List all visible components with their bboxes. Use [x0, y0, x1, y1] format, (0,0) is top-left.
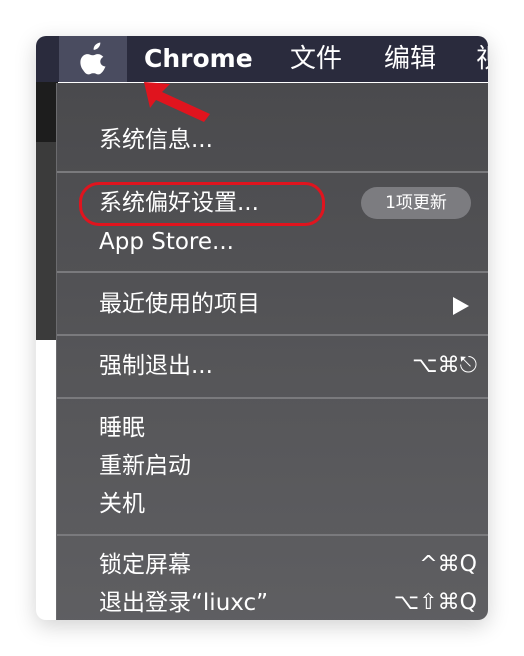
log-out-shortcut: ⌥⇧⌘Q: [393, 590, 477, 615]
menu-item-restart[interactable]: 重新启动: [99, 447, 191, 485]
highlight-annotation: [79, 182, 325, 226]
menu-separator: [57, 271, 488, 273]
menu-bar-view[interactable]: 视: [476, 41, 488, 77]
menu-item-sleep[interactable]: 睡眠: [99, 409, 145, 447]
screenshot-card: Chrome 文件 编辑 视 系统信息... 系统偏好设置... 1项更新 Ap…: [36, 36, 488, 620]
menu-separator: [57, 171, 488, 173]
menu-item-log-out[interactable]: 退出登录“liuxc”: [99, 584, 268, 620]
apple-dropdown-menu: 系统信息... 系统偏好设置... 1项更新 App Store... 最近使用…: [56, 83, 488, 620]
menu-item-force-quit[interactable]: 强制退出...: [99, 347, 213, 385]
menu-bar: Chrome 文件 编辑 视: [36, 36, 488, 82]
red-arrow-annotation: [144, 82, 210, 122]
menu-item-shut-down[interactable]: 关机: [99, 485, 145, 523]
background-window-toolbar: [36, 82, 58, 142]
lock-screen-shortcut: ^⌘Q: [419, 552, 477, 577]
update-badge: 1项更新: [361, 187, 471, 219]
menu-item-recent-items[interactable]: 最近使用的项目: [99, 285, 260, 323]
menu-item-system-info[interactable]: 系统信息...: [99, 121, 213, 159]
apple-icon: [80, 42, 106, 75]
menu-bar-file[interactable]: 文件: [290, 41, 342, 77]
menu-item-app-store[interactable]: App Store...: [99, 223, 234, 261]
menu-item-lock-screen[interactable]: 锁定屏幕: [99, 546, 191, 584]
menu-separator: [57, 397, 488, 399]
apple-menu-button[interactable]: [59, 36, 127, 82]
menu-separator: [57, 534, 488, 536]
menu-bar-app-name[interactable]: Chrome: [144, 41, 253, 77]
submenu-arrow-icon: [453, 297, 469, 315]
menu-separator: [57, 334, 488, 336]
force-quit-shortcut: ⌥⌘⎋: [412, 353, 477, 378]
menu-bar-edit[interactable]: 编辑: [384, 41, 436, 77]
